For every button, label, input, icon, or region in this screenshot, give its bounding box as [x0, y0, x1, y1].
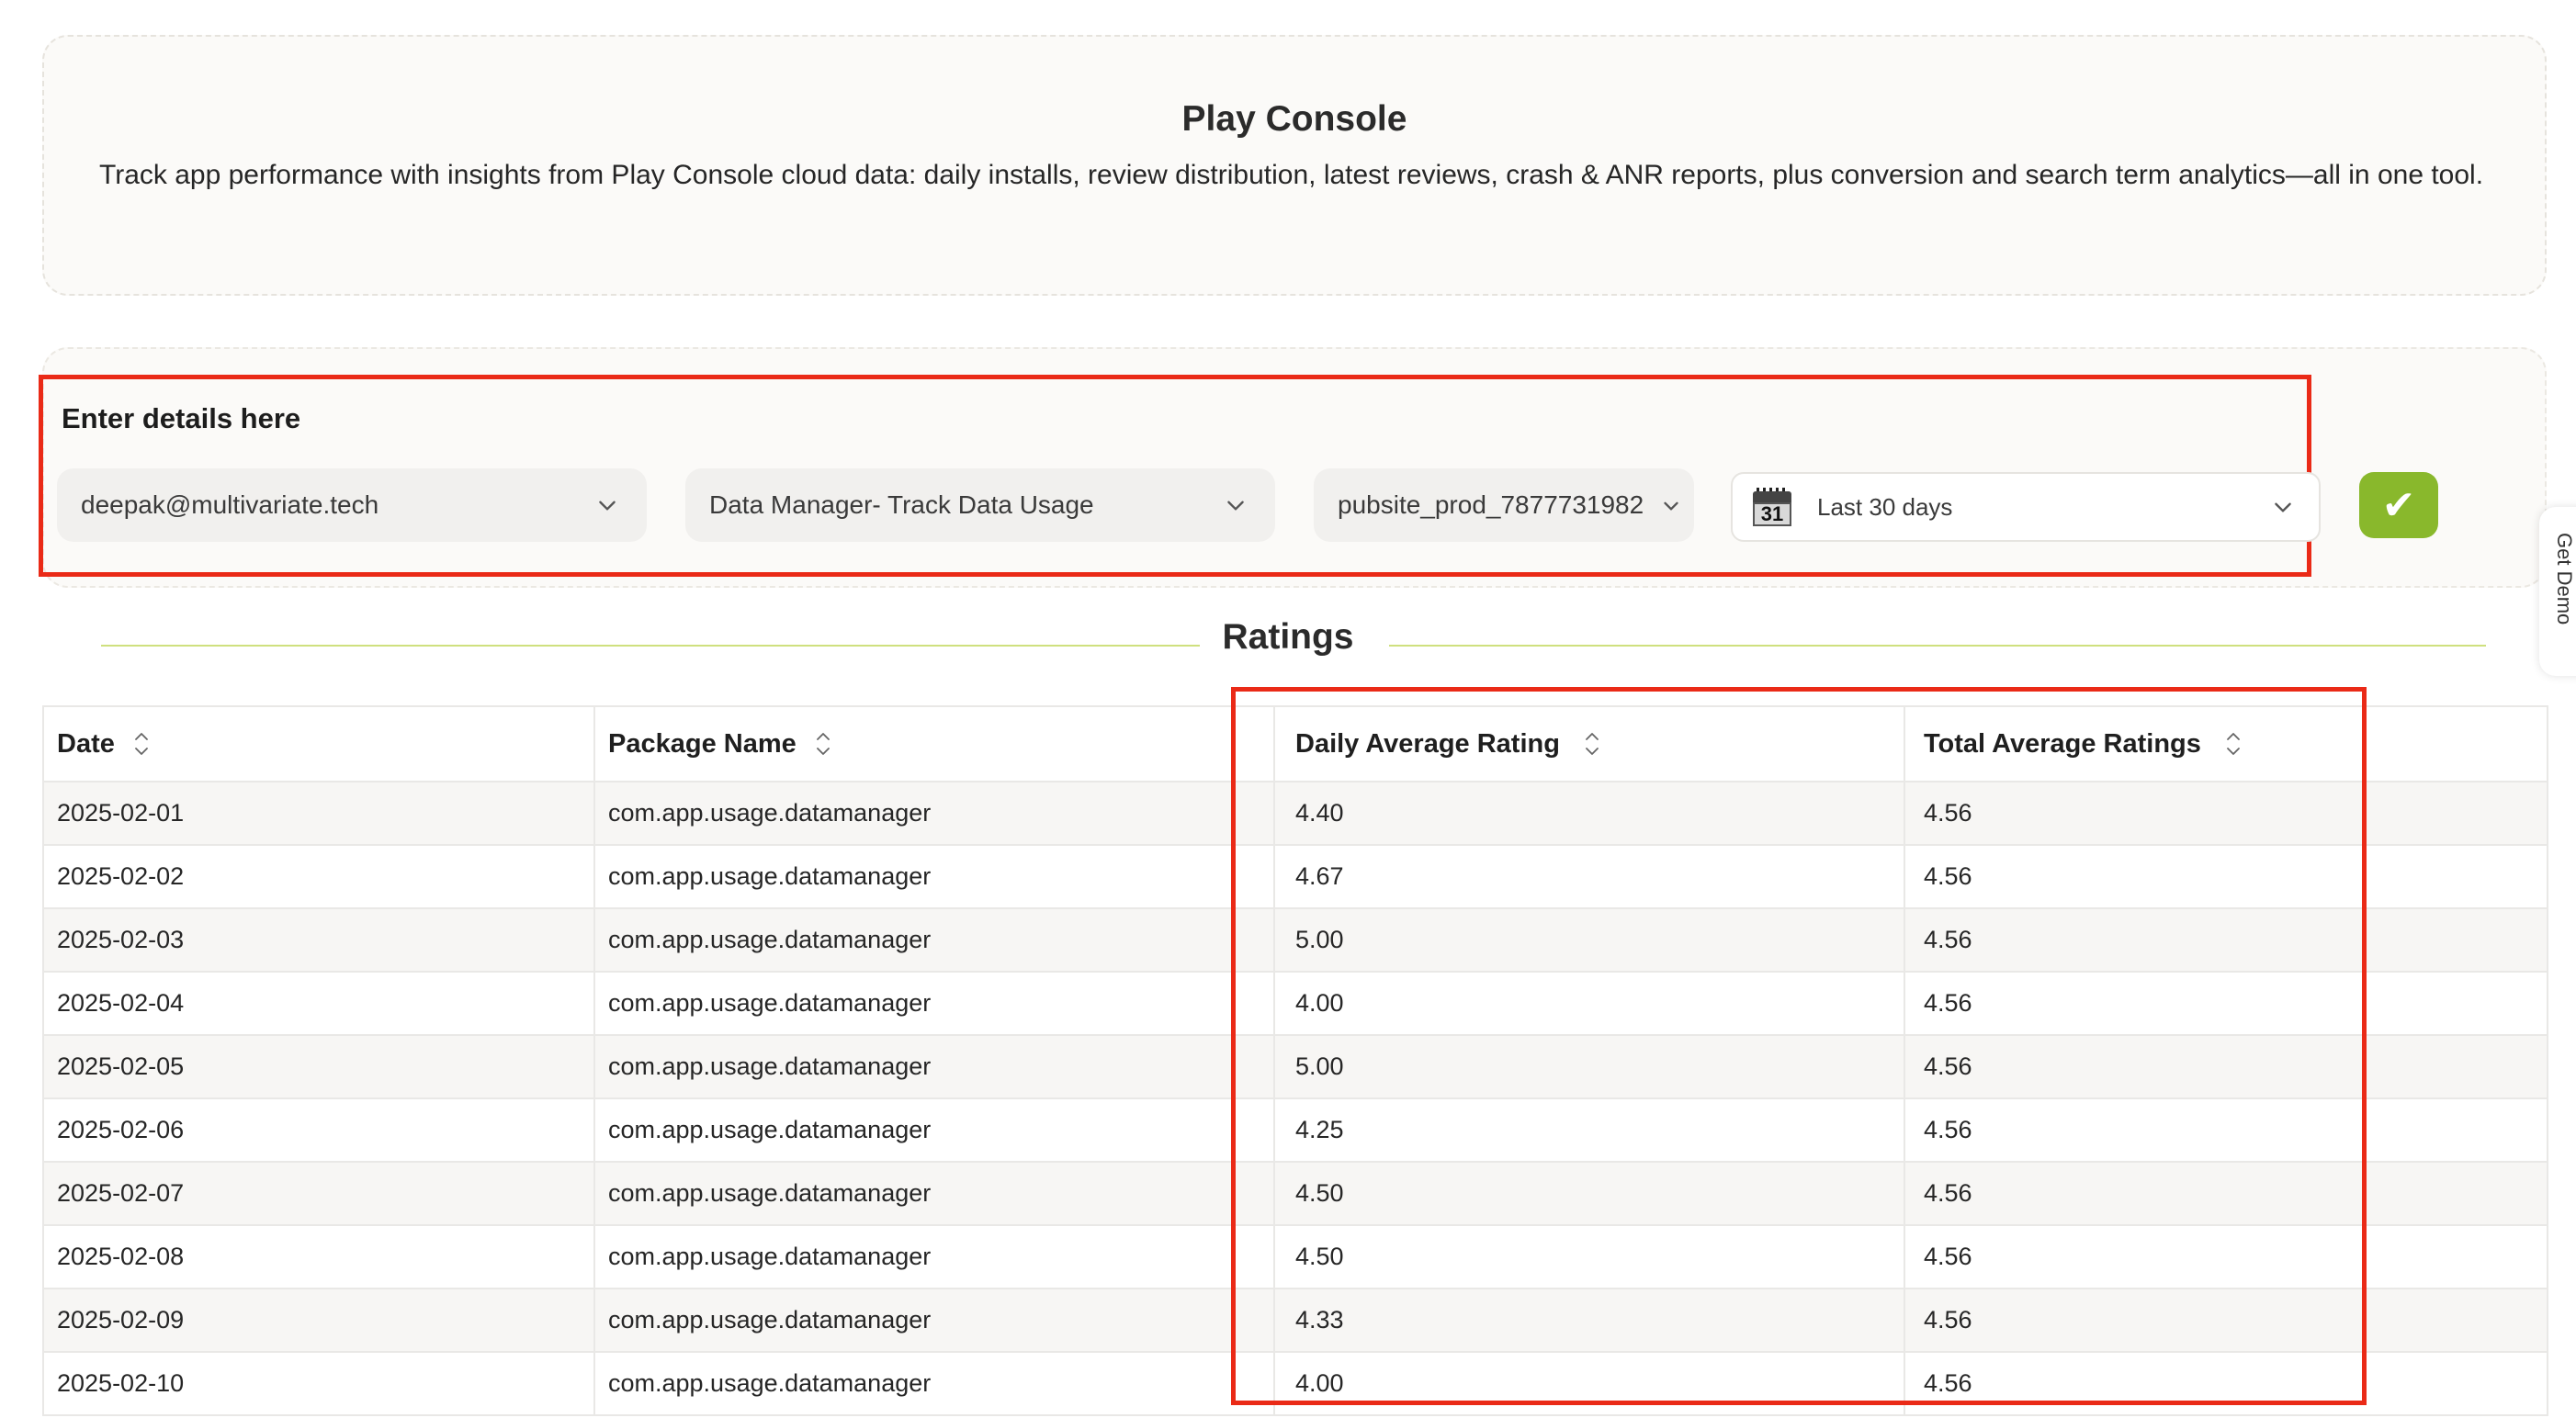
calendar-icon: 31: [1753, 488, 1791, 526]
column-header-label: Date: [57, 728, 115, 759]
page-description: Track app performance with insights from…: [99, 160, 2484, 190]
checkmark-icon: ✔: [2381, 482, 2416, 528]
page-title: Play Console: [1181, 99, 1407, 139]
header-card: Play Console Track app performance with …: [42, 35, 2547, 296]
chevron-down-icon: [592, 490, 623, 521]
cell-date: 2025-02-03: [42, 907, 595, 973]
account-select-value: deepak@multivariate.tech: [81, 490, 379, 519]
cell-date: 2025-02-08: [42, 1224, 595, 1289]
cell-package-name: com.app.usage.datamanager: [593, 1161, 1275, 1226]
sort-icon[interactable]: [131, 729, 152, 759]
get-demo-label: Get Demo: [2553, 533, 2576, 625]
calendar-day: 31: [1753, 502, 1791, 526]
column-header-date[interactable]: Date: [42, 705, 595, 782]
date-range-select[interactable]: 31 Last 30 days: [1731, 472, 2321, 542]
column-header-package-name[interactable]: Package Name: [593, 705, 1275, 782]
submit-button[interactable]: ✔: [2359, 472, 2438, 538]
project-select-value: pubsite_prod_7877731982: [1338, 490, 1644, 519]
cell-date: 2025-02-04: [42, 971, 595, 1036]
cell-date: 2025-02-01: [42, 781, 595, 846]
cell-package-name: com.app.usage.datamanager: [593, 971, 1275, 1036]
cell-package-name: com.app.usage.datamanager: [593, 781, 1275, 846]
form-label: Enter details here: [62, 402, 301, 434]
column-header-label: Package Name: [608, 728, 797, 759]
cell-date: 2025-02-07: [42, 1161, 595, 1226]
chevron-down-icon: [1659, 490, 1683, 521]
sort-icon[interactable]: [813, 729, 833, 759]
chevron-down-icon: [2267, 491, 2299, 523]
cell-package-name: com.app.usage.datamanager: [593, 1097, 1275, 1163]
cell-package-name: com.app.usage.datamanager: [593, 1288, 1275, 1353]
account-select[interactable]: deepak@multivariate.tech: [57, 468, 647, 542]
cell-package-name: com.app.usage.datamanager: [593, 844, 1275, 909]
cell-date: 2025-02-06: [42, 1097, 595, 1163]
project-select[interactable]: pubsite_prod_7877731982: [1314, 468, 1694, 542]
app-select-value: Data Manager- Track Data Usage: [709, 490, 1094, 519]
cell-date: 2025-02-02: [42, 844, 595, 909]
chevron-down-icon: [1220, 490, 1251, 521]
section-title: Ratings: [1222, 617, 1354, 657]
highlight-box-ratings: [1231, 687, 2367, 1405]
cell-package-name: com.app.usage.datamanager: [593, 1224, 1275, 1289]
app-select[interactable]: Data Manager- Track Data Usage: [685, 468, 1275, 542]
date-range-value: Last 30 days: [1817, 492, 1953, 521]
cell-package-name: com.app.usage.datamanager: [593, 1351, 1275, 1416]
cell-date: 2025-02-05: [42, 1034, 595, 1099]
cell-date: 2025-02-09: [42, 1288, 595, 1353]
cell-date: 2025-02-10: [42, 1351, 595, 1416]
cell-package-name: com.app.usage.datamanager: [593, 1034, 1275, 1099]
cell-package-name: com.app.usage.datamanager: [593, 907, 1275, 973]
